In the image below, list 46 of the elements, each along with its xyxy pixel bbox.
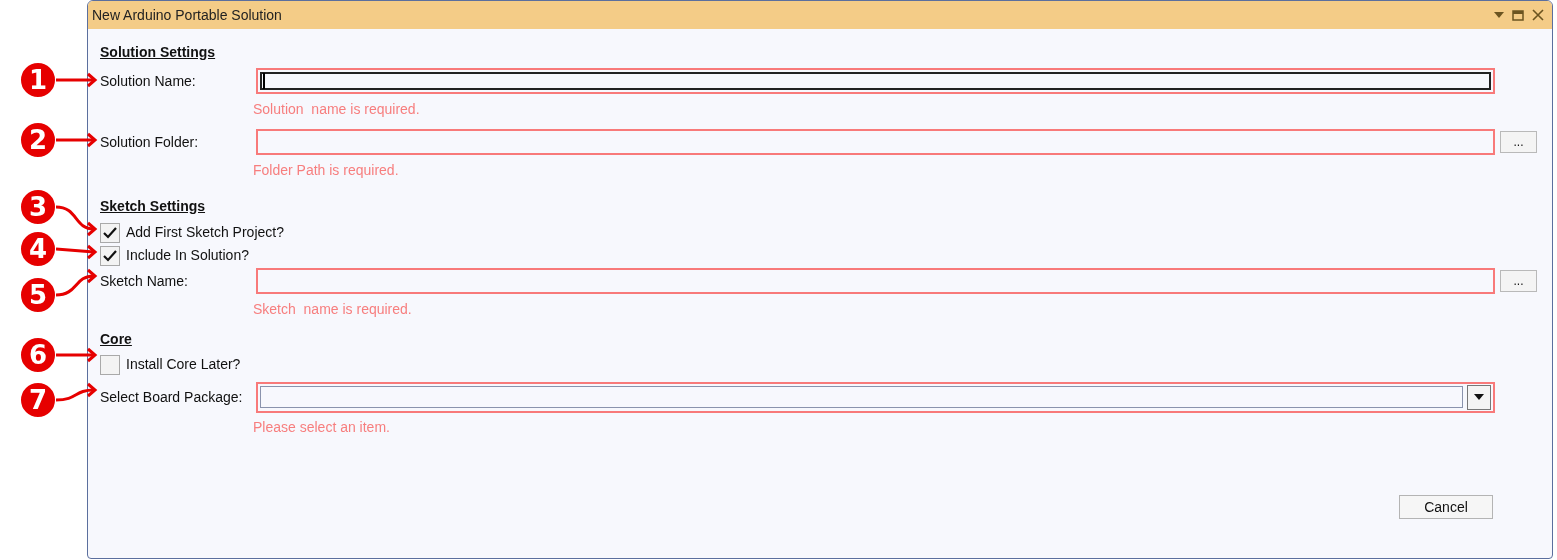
dropdown-icon[interactable] — [1494, 12, 1504, 18]
callout-badge: 6 — [19, 336, 57, 374]
checkmark-icon — [103, 226, 117, 239]
callout-badge: 1 — [19, 61, 57, 99]
browse-button[interactable]: ... — [1500, 270, 1537, 292]
checkbox[interactable] — [100, 354, 120, 375]
callout-arrow — [56, 205, 98, 237]
section-heading: Core — [100, 329, 132, 349]
callout-arrow — [56, 244, 98, 260]
caret-icon — [1474, 394, 1484, 400]
window-title: New Arduino Portable Solution — [92, 5, 282, 25]
field-label: Select Board Package: — [100, 387, 244, 407]
text-field[interactable] — [256, 129, 1495, 155]
text-field[interactable] — [256, 68, 1495, 94]
cancel-button[interactable]: Cancel — [1399, 495, 1493, 519]
checkbox[interactable] — [100, 245, 120, 266]
error-message: Sketch name is required. — [253, 300, 412, 318]
error-message: Please select an item. — [253, 418, 390, 436]
checkbox-label: Install Core Later? — [126, 355, 241, 374]
callout-badge: 7 — [19, 381, 57, 419]
callout-arrow — [56, 268, 98, 297]
browse-button[interactable]: ... — [1500, 131, 1537, 153]
text-cursor — [263, 73, 265, 89]
callout-badge: 3 — [19, 188, 57, 226]
field-label: Solution Folder: — [100, 132, 200, 152]
section-heading: Sketch Settings — [100, 196, 206, 216]
callout-badge: 5 — [19, 276, 57, 314]
dropdown-button[interactable] — [1467, 384, 1491, 410]
callout-arrow — [56, 382, 98, 402]
error-message: Folder Path is required. — [253, 161, 399, 179]
callout-arrow — [56, 347, 98, 363]
field-label: Sketch Name: — [100, 271, 189, 291]
callout-arrow — [56, 132, 98, 148]
field-label: Solution Name: — [100, 71, 197, 91]
maximize-icon[interactable] — [1512, 9, 1524, 21]
close-icon[interactable] — [1532, 9, 1544, 21]
error-message: Solution name is required. — [253, 100, 420, 118]
checkmark-icon — [103, 249, 117, 262]
callout-badge: 2 — [19, 121, 57, 159]
callout-arrow — [56, 72, 98, 88]
checkbox-label: Include In Solution? — [126, 246, 249, 265]
checkbox[interactable] — [100, 222, 120, 243]
section-heading: Solution Settings — [100, 42, 216, 62]
text-field[interactable] — [256, 268, 1495, 294]
callout-badge: 4 — [19, 230, 57, 268]
checkbox-label: Add First Sketch Project? — [126, 223, 284, 242]
